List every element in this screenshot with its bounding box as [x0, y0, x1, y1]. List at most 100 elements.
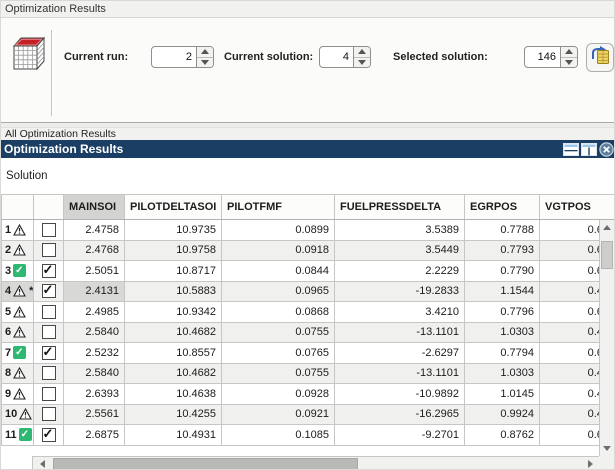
spin-up-button[interactable]	[197, 47, 213, 58]
cell-fuelpressdelta[interactable]: -13.1101	[334, 362, 465, 384]
cell-mainsoi[interactable]: 2.5051	[63, 260, 125, 282]
selected-solution-spinner[interactable]: 146	[524, 46, 578, 68]
cell-egrpos[interactable]: 0.8762	[464, 424, 540, 446]
split-horizontal-icon[interactable]	[563, 143, 579, 156]
scroll-left-button[interactable]	[35, 457, 49, 469]
spin-down-button[interactable]	[197, 58, 213, 68]
cell-pilotfmf[interactable]: 0.0965	[221, 280, 335, 302]
scroll-down-button[interactable]	[600, 441, 614, 456]
cell-egrpos[interactable]: 1.0145	[464, 383, 540, 405]
export-to-table-button[interactable]	[586, 43, 614, 72]
cell-egrpos[interactable]: 0.9924	[464, 403, 540, 425]
accept-checkbox[interactable]	[41, 243, 56, 258]
cell-fuelpressdelta[interactable]: 3.5389	[334, 219, 465, 241]
accept-checkbox[interactable]	[41, 344, 56, 360]
scroll-up-button[interactable]	[600, 220, 614, 235]
cell-pilotdeltasoi[interactable]: 10.9758	[124, 239, 222, 261]
current-run-spinner[interactable]: 2	[151, 46, 214, 68]
3d-table-cube-icon[interactable]	[7, 31, 49, 75]
cell-fuelpressdelta[interactable]: -2.6297	[334, 342, 465, 364]
row-number-cell[interactable]: 8	[1, 362, 34, 384]
cell-pilotdeltasoi[interactable]: 10.4682	[124, 321, 222, 343]
cell-pilotdeltasoi[interactable]: 10.8717	[124, 260, 222, 282]
cell-pilotdeltasoi[interactable]: 10.4682	[124, 362, 222, 384]
cell-mainsoi[interactable]: 2.4768	[63, 239, 125, 261]
row-number-cell[interactable]: 1	[1, 219, 34, 241]
row-number-cell[interactable]: 6	[1, 321, 34, 343]
horizontal-scroll-thumb[interactable]	[53, 458, 358, 469]
cell-pilotfmf[interactable]: 0.1085	[221, 424, 335, 446]
vertical-scroll-thumb[interactable]	[601, 241, 613, 269]
cell-mainsoi[interactable]: 2.4985	[63, 301, 125, 323]
cell-egrpos[interactable]: 0.7790	[464, 260, 540, 282]
row-number-cell[interactable]: 3	[1, 260, 34, 282]
accept-checkbox[interactable]	[41, 386, 56, 401]
cell-pilotdeltasoi[interactable]: 10.4931	[124, 424, 222, 446]
spin-up-button[interactable]	[561, 47, 577, 58]
cell-fuelpressdelta[interactable]: 3.4210	[334, 301, 465, 323]
cell-pilotdeltasoi[interactable]: 10.9735	[124, 219, 222, 241]
cell-pilotdeltasoi[interactable]: 10.8557	[124, 342, 222, 364]
col-header-fuelpressdelta[interactable]: FUELPRESSDELTA	[334, 194, 465, 220]
scroll-right-button[interactable]	[583, 457, 597, 469]
accept-checkbox[interactable]	[41, 222, 56, 237]
cell-pilotfmf[interactable]: 0.0755	[221, 362, 335, 384]
row-number-cell[interactable]: 4 *	[1, 280, 34, 302]
current-solution-spinner[interactable]: 4	[319, 46, 371, 68]
cell-pilotdeltasoi[interactable]: 10.4255	[124, 403, 222, 425]
cell-fuelpressdelta[interactable]: 2.2229	[334, 260, 465, 282]
cell-fuelpressdelta[interactable]: 3.5449	[334, 239, 465, 261]
close-icon[interactable]	[599, 142, 614, 157]
cell-pilotfmf[interactable]: 0.0765	[221, 342, 335, 364]
accept-checkbox[interactable]	[41, 282, 56, 299]
col-header-mainsoi[interactable]: MAINSOI	[63, 194, 125, 220]
split-vertical-icon[interactable]	[581, 143, 597, 156]
cell-egrpos[interactable]: 0.7788	[464, 219, 540, 241]
cell-mainsoi[interactable]: 2.6393	[63, 383, 125, 405]
vertical-scrollbar[interactable]	[599, 220, 614, 456]
cell-pilotfmf[interactable]: 0.0755	[221, 321, 335, 343]
cell-fuelpressdelta[interactable]: -19.2833	[334, 280, 465, 302]
cell-mainsoi[interactable]: 2.4758	[63, 219, 125, 241]
spin-up-button[interactable]	[354, 47, 370, 58]
row-number-cell[interactable]: 2	[1, 239, 34, 261]
cell-egrpos[interactable]: 0.7796	[464, 301, 540, 323]
spin-down-button[interactable]	[561, 58, 577, 68]
cell-mainsoi[interactable]: 2.5840	[63, 362, 125, 384]
cell-pilotdeltasoi[interactable]: 10.4638	[124, 383, 222, 405]
col-header-pilotdeltasoi[interactable]: PILOTDELTASOI	[124, 194, 222, 220]
cell-fuelpressdelta[interactable]: -10.9892	[334, 383, 465, 405]
accept-checkbox[interactable]	[41, 304, 56, 319]
col-header-vgtpos[interactable]: VGTPOS	[539, 194, 614, 220]
row-number-cell[interactable]: 11	[1, 424, 34, 446]
cell-pilotfmf[interactable]: 0.0899	[221, 219, 335, 241]
accept-checkbox[interactable]	[41, 407, 56, 422]
cell-pilotdeltasoi[interactable]: 10.9342	[124, 301, 222, 323]
cell-mainsoi[interactable]: 2.6875	[63, 424, 125, 446]
accept-checkbox[interactable]	[41, 325, 56, 340]
current-run-value[interactable]: 2	[152, 47, 196, 67]
cell-egrpos[interactable]: 0.7794	[464, 342, 540, 364]
row-number-cell[interactable]: 9	[1, 383, 34, 405]
cell-mainsoi[interactable]: 2.5840	[63, 321, 125, 343]
accept-checkbox[interactable]	[41, 366, 56, 381]
cell-pilotdeltasoi[interactable]: 10.5883	[124, 280, 222, 302]
row-number-cell[interactable]: 5	[1, 301, 34, 323]
row-number-cell[interactable]: 10	[1, 403, 34, 425]
current-solution-value[interactable]: 4	[320, 47, 353, 67]
col-header-pilotfmf[interactable]: PILOTFMF	[221, 194, 335, 220]
selected-solution-value[interactable]: 146	[525, 47, 560, 67]
cell-mainsoi[interactable]: 2.5561	[63, 403, 125, 425]
cell-egrpos[interactable]: 1.0303	[464, 362, 540, 384]
cell-pilotfmf[interactable]: 0.0928	[221, 383, 335, 405]
cell-mainsoi[interactable]: 2.5232	[63, 342, 125, 364]
spin-down-button[interactable]	[354, 58, 370, 68]
accept-checkbox[interactable]	[41, 262, 56, 278]
cell-pilotfmf[interactable]: 0.0921	[221, 403, 335, 425]
cell-mainsoi[interactable]: 2.4131	[63, 280, 125, 302]
cell-fuelpressdelta[interactable]: -16.2965	[334, 403, 465, 425]
col-header-egrpos[interactable]: EGRPOS	[464, 194, 540, 220]
cell-pilotfmf[interactable]: 0.0918	[221, 239, 335, 261]
cell-pilotfmf[interactable]: 0.0844	[221, 260, 335, 282]
cell-fuelpressdelta[interactable]: -13.1101	[334, 321, 465, 343]
